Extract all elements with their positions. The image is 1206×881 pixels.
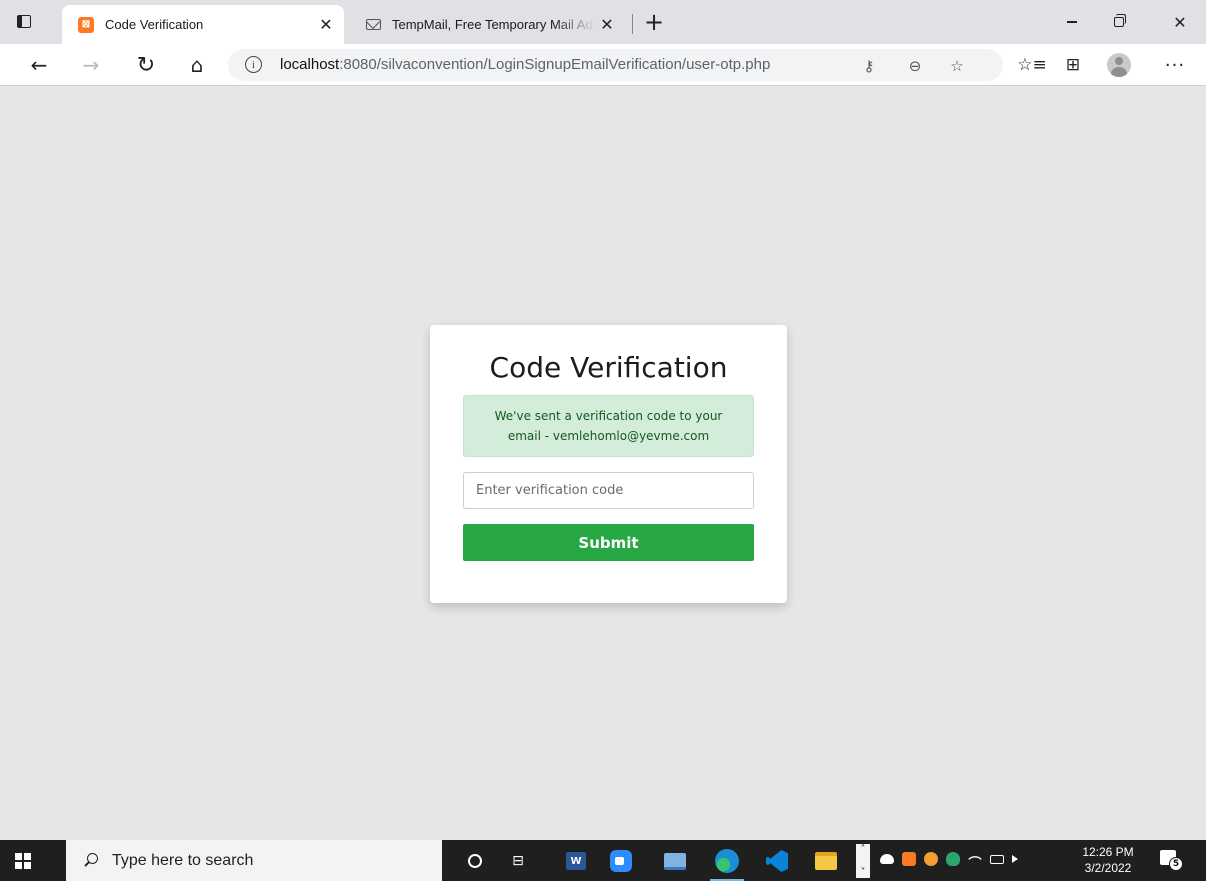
tab-title: TempMail, Free Temporary Mail Address xyxy=(392,17,595,32)
alert-line: We've sent a verification code to your xyxy=(494,409,723,423)
address-bar[interactable]: i localhost:8080/silvaconvention/LoginSi… xyxy=(228,49,1003,81)
remote-desktop-icon[interactable] xyxy=(662,848,688,874)
clock[interactable]: 12:26 PM 3/2/2022 xyxy=(1078,844,1138,876)
xampp-icon: ⊠ xyxy=(78,16,94,33)
volume-icon[interactable] xyxy=(1012,855,1018,863)
url-text[interactable]: localhost:8080/silvaconvention/LoginSign… xyxy=(280,56,770,73)
security-icon[interactable] xyxy=(946,852,960,866)
taskbar: Type here to search ⊟ W ˄ ˅ 12:26 PM 3/2/… xyxy=(0,840,1206,881)
reload-icon[interactable]: ↻ xyxy=(129,48,163,82)
app-tray-icon[interactable] xyxy=(924,852,938,866)
minimize-button[interactable] xyxy=(1049,6,1095,38)
edge-icon[interactable] xyxy=(714,848,740,874)
task-view-icon[interactable]: ⊟ xyxy=(505,848,531,874)
close-window-button[interactable]: ✕ xyxy=(1157,6,1203,38)
windows-icon xyxy=(15,852,31,869)
battery-icon[interactable] xyxy=(990,854,1004,864)
tab-strip: ⊠ Code Verification ✕ TempMail, Free Tem… xyxy=(0,0,1206,44)
restore-icon xyxy=(1114,14,1126,27)
clock-date: 3/2/2022 xyxy=(1084,861,1132,875)
wifi-icon[interactable] xyxy=(968,852,982,866)
notification-icon[interactable]: 5 xyxy=(1160,850,1183,871)
file-explorer-icon[interactable] xyxy=(813,848,839,874)
notification-badge: 5 xyxy=(1169,857,1183,871)
verification-card: Code Verification We've sent a verificat… xyxy=(430,325,787,603)
cortana-icon[interactable] xyxy=(462,848,488,874)
forward-arrow-icon[interactable]: → xyxy=(74,48,108,82)
system-tray xyxy=(880,852,1018,866)
zoom-out-icon[interactable]: ⊖ xyxy=(902,53,928,79)
tab-divider xyxy=(632,14,633,34)
show-hidden-icons[interactable]: ˄ ˅ xyxy=(856,844,870,878)
add-favorite-icon[interactable]: ☆ xyxy=(944,53,970,79)
tab-actions-icon[interactable] xyxy=(14,12,34,32)
avatar xyxy=(1107,53,1131,77)
mail-icon xyxy=(366,19,381,30)
close-tab-icon[interactable]: ✕ xyxy=(595,13,619,37)
collections-icon[interactable]: ⊞ xyxy=(1056,48,1090,82)
new-tab-button[interactable]: + xyxy=(640,8,668,36)
onedrive-icon[interactable] xyxy=(880,854,894,864)
tab-tempmail[interactable]: TempMail, Free Temporary Mail Address ✕ xyxy=(350,5,625,44)
home-icon[interactable]: ⌂ xyxy=(180,48,214,82)
profile-button[interactable] xyxy=(1102,48,1136,82)
tab-code-verification[interactable]: ⊠ Code Verification ✕ xyxy=(62,5,344,44)
minimize-icon xyxy=(1067,21,1077,23)
clock-time: 12:26 PM xyxy=(1082,845,1134,859)
tab-title: Code Verification xyxy=(105,17,204,32)
browser-toolbar: ← → ↻ ⌂ i localhost:8080/silvaconvention… xyxy=(0,44,1206,86)
verification-code-input[interactable] xyxy=(463,472,754,509)
xampp-tray-icon[interactable] xyxy=(902,852,916,866)
submit-button[interactable]: Submit xyxy=(463,524,754,561)
vscode-icon[interactable] xyxy=(764,848,790,874)
success-alert: We've sent a verification code to your e… xyxy=(463,395,754,457)
word-icon[interactable]: W xyxy=(563,848,589,874)
alert-line: email - vemlehomlo@yevme.com xyxy=(507,429,710,443)
restore-button[interactable] xyxy=(1096,6,1142,38)
taskbar-search[interactable]: Type here to search xyxy=(66,840,442,881)
close-tab-icon[interactable]: ✕ xyxy=(314,13,338,37)
page-viewport: Code Verification We've sent a verificat… xyxy=(0,87,1206,840)
search-placeholder: Type here to search xyxy=(112,851,254,869)
search-icon xyxy=(82,852,100,870)
start-button[interactable] xyxy=(0,840,46,881)
back-arrow-icon[interactable]: ← xyxy=(22,48,56,82)
page-title: Code Verification xyxy=(489,351,728,384)
info-icon[interactable]: i xyxy=(245,56,262,73)
key-icon[interactable]: ⚷ xyxy=(856,53,882,79)
favorites-icon[interactable]: ☆≡ xyxy=(1015,48,1049,82)
more-menu-icon[interactable]: ··· xyxy=(1158,48,1192,82)
zoom-app-icon[interactable] xyxy=(608,848,634,874)
